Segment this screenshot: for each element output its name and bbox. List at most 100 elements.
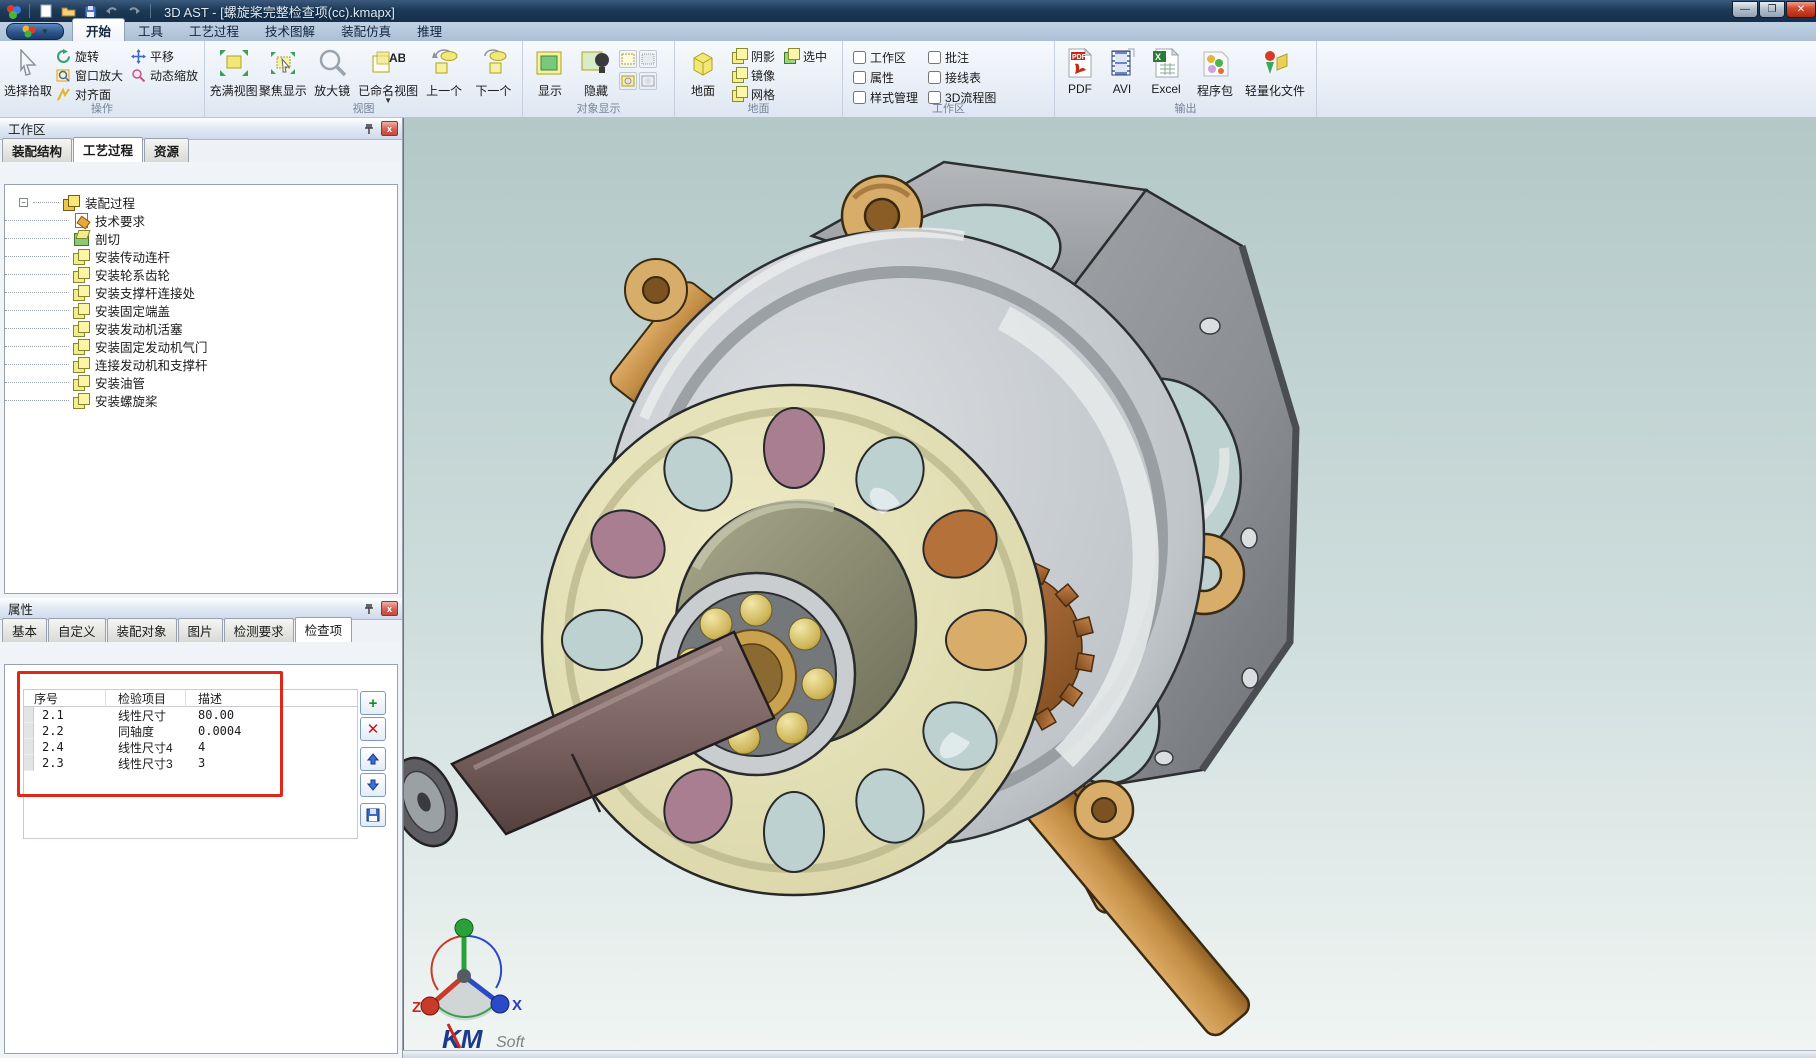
table-row[interactable]: 2.4 线性尺寸4 4 <box>24 739 357 755</box>
minimize-button[interactable]: — <box>1732 1 1758 18</box>
svg-text:PDF: PDF <box>1072 54 1087 61</box>
display-mode-transparent-button[interactable] <box>639 72 657 90</box>
row-selector[interactable] <box>24 707 34 723</box>
checkbox-workspace[interactable]: 工作区 <box>853 49 918 66</box>
pan-button[interactable]: 平移 <box>127 47 202 65</box>
open-file-button[interactable] <box>59 3 77 19</box>
tab-reasoning[interactable]: 推理 <box>404 19 455 41</box>
tree-item[interactable]: 安装固定发动机气门 <box>5 337 397 355</box>
delete-row-button[interactable]: ✕ <box>360 717 386 741</box>
tree-item[interactable]: 技术要求 <box>5 211 397 229</box>
close-icon[interactable]: x <box>381 121 398 136</box>
workspace-checkbox-input[interactable] <box>853 51 866 64</box>
tree-item[interactable]: 安装轮系齿轮 <box>5 265 397 283</box>
pin-icon[interactable] <box>361 601 377 617</box>
tree-item[interactable]: 安装螺旋桨 <box>5 391 397 409</box>
pan-icon <box>131 49 146 64</box>
tab-assembly-structure[interactable]: 装配结构 <box>2 138 72 162</box>
row-selector[interactable] <box>24 723 34 739</box>
move-down-button[interactable] <box>360 773 386 797</box>
annotation-checkbox-input[interactable] <box>928 51 941 64</box>
tab-process-tree[interactable]: 工艺过程 <box>73 137 143 162</box>
column-check-item: 检验项目 <box>106 690 186 707</box>
export-pdf-button[interactable]: PDF PDF <box>1059 44 1101 103</box>
tree-item[interactable]: 安装支撑杆连接处 <box>5 283 397 301</box>
rotate-button[interactable]: 旋转 <box>52 47 127 65</box>
tab-custom[interactable]: 自定义 <box>48 618 106 642</box>
checkbox-properties[interactable]: 属性 <box>853 69 918 86</box>
named-views-button[interactable]: AB 已命名视图 ▼ <box>357 44 420 103</box>
add-row-button[interactable]: + <box>360 691 386 715</box>
workspace-panel-header: 工作区 x <box>0 118 402 140</box>
save-table-button[interactable] <box>360 803 386 827</box>
tab-inspection-requirements[interactable]: 检测要求 <box>224 618 294 642</box>
select-pick-button[interactable]: 选择拾取 <box>4 44 52 103</box>
wiring-table-checkbox-input[interactable] <box>928 71 941 84</box>
export-avi-button[interactable]: AVI <box>1101 44 1143 103</box>
shadow-button[interactable]: 阴影 <box>727 47 779 65</box>
tab-assembly-object[interactable]: 装配对象 <box>107 618 177 642</box>
show-button[interactable]: 显示 <box>527 44 573 103</box>
display-mode-hidden-button[interactable] <box>639 50 657 68</box>
prev-view-button[interactable]: 上一个 <box>420 44 469 103</box>
tree-root-row[interactable]: − 装配过程 <box>5 193 397 211</box>
export-package-button[interactable]: 程序包 <box>1189 44 1241 103</box>
table-header: 序号 检验项目 描述 <box>24 690 357 707</box>
move-up-button[interactable] <box>360 747 386 771</box>
collapse-icon[interactable]: − <box>19 198 28 207</box>
row-selector[interactable] <box>24 755 34 771</box>
display-mode-shaded-button[interactable] <box>619 72 637 90</box>
magnifier-button[interactable]: 放大镜 <box>307 44 356 103</box>
display-mode-wire-button[interactable] <box>619 50 637 68</box>
table-row[interactable]: 2.1 线性尺寸 80.00 <box>24 707 357 723</box>
tab-start[interactable]: 开始 <box>72 18 125 41</box>
hide-button[interactable]: 隐藏 <box>573 44 619 103</box>
properties-checkbox-input[interactable] <box>853 71 866 84</box>
ground-button[interactable]: 地面 <box>679 44 727 103</box>
focus-display-button[interactable]: 聚焦显示 <box>258 44 307 103</box>
window-zoom-icon <box>56 68 71 83</box>
restore-button[interactable]: ❐ <box>1759 1 1785 18</box>
viewport-3d[interactable]: Z X KM Soft <box>403 118 1816 1050</box>
tab-assembly-sim[interactable]: 装配仿真 <box>328 19 404 41</box>
group-view: 充满视图 聚焦显示 放大镜 AB 已命名视图 ▼ 上一个 <box>205 41 523 117</box>
tree-item[interactable]: 连接发动机和支撑杆 <box>5 355 397 373</box>
tree-item[interactable]: 安装传动连杆 <box>5 247 397 265</box>
save-button[interactable] <box>81 3 99 19</box>
selected-button[interactable]: 选中 <box>779 47 831 65</box>
undo-button[interactable] <box>103 3 121 19</box>
pin-icon[interactable] <box>361 121 377 137</box>
table-row[interactable]: 2.2 同轴度 0.0004 <box>24 723 357 739</box>
tab-process[interactable]: 工艺过程 <box>176 19 252 41</box>
checkbox-wiring-table[interactable]: 接线表 <box>928 69 996 86</box>
tab-resources[interactable]: 资源 <box>144 138 189 162</box>
application-menu-button[interactable]: ▼ <box>6 23 64 40</box>
tree-item[interactable]: 安装发动机活塞 <box>5 319 397 337</box>
checkbox-annotation[interactable]: 批注 <box>928 49 996 66</box>
cursor-icon <box>11 46 45 80</box>
prev-view-icon <box>427 46 461 80</box>
row-selector[interactable] <box>24 739 34 755</box>
window-zoom-button[interactable]: 窗口放大 <box>52 66 127 84</box>
axis-label-x: X <box>512 997 522 1014</box>
tree-item[interactable]: 安装油管 <box>5 373 397 391</box>
close-button[interactable]: ✕ <box>1786 1 1816 18</box>
export-lightweight-button[interactable]: 轻量化文件 <box>1241 44 1309 103</box>
close-icon[interactable]: x <box>381 601 398 616</box>
fit-view-button[interactable]: 充满视图 <box>209 44 258 103</box>
mirror-button[interactable]: 镜像 <box>727 66 831 84</box>
next-view-button[interactable]: 下一个 <box>469 44 518 103</box>
tab-image[interactable]: 图片 <box>178 618 223 642</box>
redo-button[interactable] <box>125 3 143 19</box>
new-file-button[interactable] <box>37 3 55 19</box>
tab-check-items[interactable]: 检查项 <box>295 617 353 642</box>
tree-item[interactable]: 剖切 <box>5 229 397 247</box>
tab-tools[interactable]: 工具 <box>125 19 176 41</box>
window-title: 3D AST - [螺旋桨完整检查项(cc).kmapx] <box>164 2 395 21</box>
tab-tech-illustration[interactable]: 技术图解 <box>252 19 328 41</box>
tab-basic[interactable]: 基本 <box>2 618 47 642</box>
tree-item[interactable]: 安装固定端盖 <box>5 301 397 319</box>
export-excel-button[interactable]: X Excel <box>1143 44 1189 103</box>
dynamic-zoom-button[interactable]: 动态缩放 <box>127 66 202 84</box>
table-row[interactable]: 2.3 线性尺寸3 3 <box>24 755 357 771</box>
